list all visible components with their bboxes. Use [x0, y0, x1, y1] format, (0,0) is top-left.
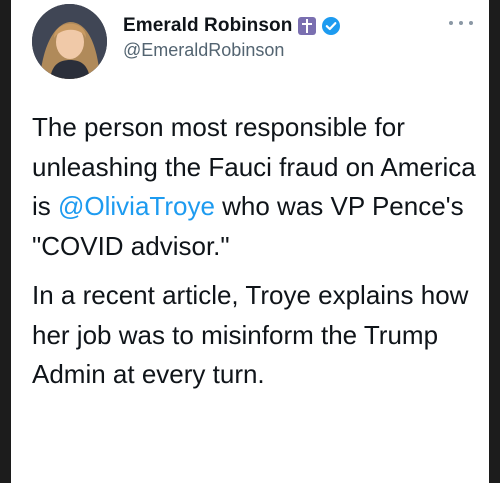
tweet-card: Emerald Robinson @EmeraldRobinson The pe…	[11, 0, 489, 483]
tweet-paragraph: The person most responsible for unleashi…	[32, 108, 477, 266]
more-dot-icon	[469, 21, 473, 25]
mention-link[interactable]: @OliviaTroye	[58, 191, 215, 221]
more-dot-icon	[449, 21, 453, 25]
avatar-photo	[32, 4, 107, 79]
avatar[interactable]	[32, 4, 107, 79]
tweet-text: The person most responsible for unleashi…	[32, 108, 477, 395]
screenshot-frame: Emerald Robinson @EmeraldRobinson The pe…	[0, 0, 500, 483]
author-handle[interactable]: @EmeraldRobinson	[123, 40, 284, 61]
cross-icon	[298, 17, 317, 35]
author-display-name[interactable]: Emerald Robinson	[123, 15, 292, 37]
tweet-paragraph: In a recent article, Troye explains how …	[32, 280, 469, 389]
tweet-header: Emerald Robinson @EmeraldRobinson	[11, 0, 489, 90]
verified-icon	[322, 17, 341, 35]
author-name-row: Emerald Robinson	[123, 13, 341, 39]
more-dot-icon	[459, 21, 463, 25]
more-options-icon[interactable]	[449, 14, 473, 32]
